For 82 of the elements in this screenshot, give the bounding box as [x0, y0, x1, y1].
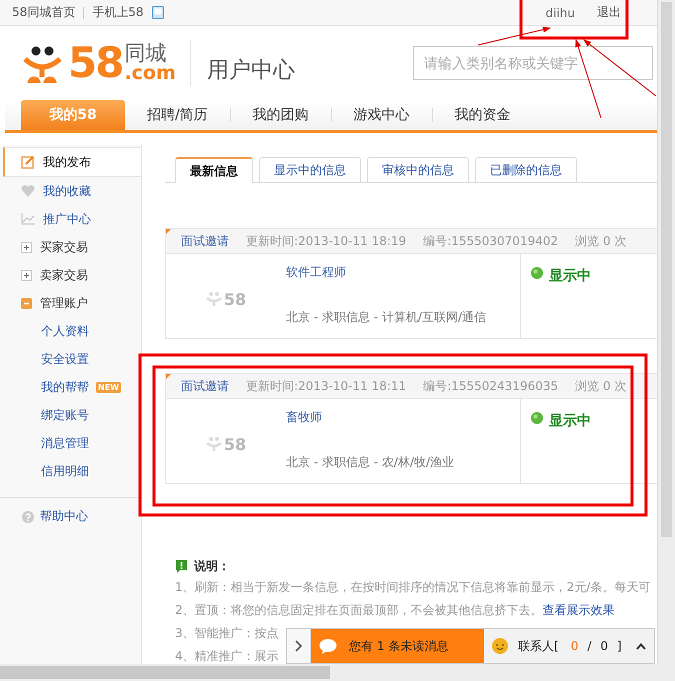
- update-time: 更新时间:2013-10-11 18:11: [246, 378, 406, 394]
- vertical-scrollbar[interactable]: [657, 0, 675, 664]
- heart-icon: [21, 185, 35, 197]
- page-title: 用户中心: [206, 57, 295, 85]
- view-count: 浏览 0 次: [575, 378, 626, 394]
- sidebar-item[interactable]: 卖家交易: [3, 261, 141, 289]
- plus-icon: [21, 270, 32, 280]
- help-link[interactable]: 帮助中心: [40, 508, 88, 525]
- help-icon: [22, 510, 34, 522]
- nav-tab[interactable]: 招聘/简历: [125, 100, 230, 130]
- listing-number: 编号:15550307019402: [423, 232, 558, 250]
- info-tab[interactable]: 最新信息: [175, 157, 253, 183]
- sidebar-item[interactable]: 我的发布: [3, 147, 141, 177]
- close-bracket: ]: [617, 639, 622, 653]
- sidebar-item[interactable]: 我的收藏: [3, 177, 141, 205]
- placeholder-mascot-icon: [206, 291, 222, 307]
- plus-icon: [21, 242, 32, 252]
- sidebar-subitem[interactable]: 安全设置: [41, 350, 89, 368]
- logo-name: 同城: [124, 43, 168, 64]
- new-badge: NEW: [96, 382, 121, 392]
- search-field[interactable]: 请输入类别名称或关键字: [412, 46, 653, 80]
- edit-icon: [21, 155, 35, 169]
- status-dot-icon: [531, 267, 543, 279]
- sidebar-item[interactable]: 买家交易: [3, 233, 141, 261]
- caret-up-icon[interactable]: [636, 642, 646, 650]
- collapse-button[interactable]: [287, 629, 311, 663]
- logout-link[interactable]: 退出: [597, 4, 621, 21]
- info-tab[interactable]: 已删除的信息: [475, 157, 577, 182]
- notes-line: 4、精准推广：展示: [175, 648, 279, 664]
- status-dot-icon: [531, 412, 543, 424]
- listing-tag[interactable]: 面试邀请: [181, 378, 229, 394]
- update-time: 更新时间:2013-10-11 18:19: [246, 232, 406, 250]
- listing-status: 显示中: [549, 267, 591, 285]
- top-link[interactable]: 手机上58: [92, 4, 144, 21]
- preview-link[interactable]: 查看展示效果: [542, 602, 615, 619]
- sidebar-subitem[interactable]: 信用明细: [41, 462, 89, 480]
- listing-title[interactable]: 畜牧师: [286, 409, 520, 426]
- corner-mark-icon: [166, 374, 171, 379]
- sidebar-subitem[interactable]: 个人资料: [41, 322, 89, 340]
- contacts-label: 联系人[: [518, 638, 559, 654]
- chart-icon: [21, 213, 35, 225]
- info-tab[interactable]: 显示中的信息: [259, 157, 361, 182]
- notes-line: 2、置顶：将您的信息固定排在页面最顶部，不会被其他信息挤下去。: [175, 602, 543, 619]
- listing-status: 显示中: [549, 412, 591, 430]
- horizontal-scrollbar[interactable]: [0, 664, 675, 681]
- exclamation-icon: [175, 560, 188, 572]
- nav-tab[interactable]: 我的团购: [230, 100, 331, 130]
- online-count: 0: [570, 639, 578, 653]
- placeholder-mascot-icon: [206, 436, 222, 452]
- username-link[interactable]: diihu: [546, 6, 575, 20]
- listing-number: 编号:15550243196035: [423, 378, 558, 394]
- nav-tab[interactable]: 游戏中心: [332, 100, 432, 130]
- total-count: 0: [600, 639, 608, 653]
- sidebar-subitem[interactable]: 我的帮帮: [41, 378, 89, 396]
- phone-icon: [152, 6, 164, 19]
- logo-number: 58: [68, 43, 122, 83]
- logo-domain: .com: [124, 64, 176, 83]
- minus-icon: [21, 298, 32, 308]
- notes-title: 说明：: [194, 558, 230, 574]
- notes-line: 1、刷新：相当于新发一条信息，在按时间排序的情况下信息将靠前显示，2元/条。每天可: [175, 579, 650, 596]
- notes-line: 3、智能推广：按点: [175, 625, 279, 642]
- view-count: 浏览 0 次: [575, 232, 626, 250]
- chevron-right-icon: [294, 640, 302, 652]
- nav-tab[interactable]: 我的资金: [432, 100, 533, 130]
- listing-category: 北京 - 求职信息 - 农/林/牧/渔业: [286, 454, 456, 471]
- top-link[interactable]: 58同城首页: [12, 4, 76, 21]
- unread-message-text: 您有 1 条未读消息: [349, 638, 448, 654]
- sidebar-item[interactable]: 推广中心: [3, 205, 141, 233]
- listing-tag[interactable]: 面试邀请: [181, 232, 229, 250]
- listing-title[interactable]: 软件工程师: [286, 264, 520, 281]
- thumbnail-text: 58: [224, 290, 246, 308]
- thumbnail-text: 58: [224, 434, 246, 454]
- listing-category: 北京 - 求职信息 - 计算机/互联网/通信: [286, 309, 488, 326]
- speech-bubble-icon: [319, 638, 337, 654]
- corner-mark-icon: [166, 229, 171, 234]
- sidebar-subitem[interactable]: 消息管理: [41, 434, 89, 452]
- info-tab[interactable]: 审核中的信息: [367, 157, 469, 182]
- unread-messages-button[interactable]: 您有 1 条未读消息: [311, 629, 484, 663]
- sidebar-subitem[interactable]: 绑定账号: [41, 406, 89, 424]
- count-separator: /: [587, 639, 592, 653]
- sidebar-item[interactable]: 管理账户: [3, 289, 141, 317]
- smiley-icon: [492, 638, 508, 654]
